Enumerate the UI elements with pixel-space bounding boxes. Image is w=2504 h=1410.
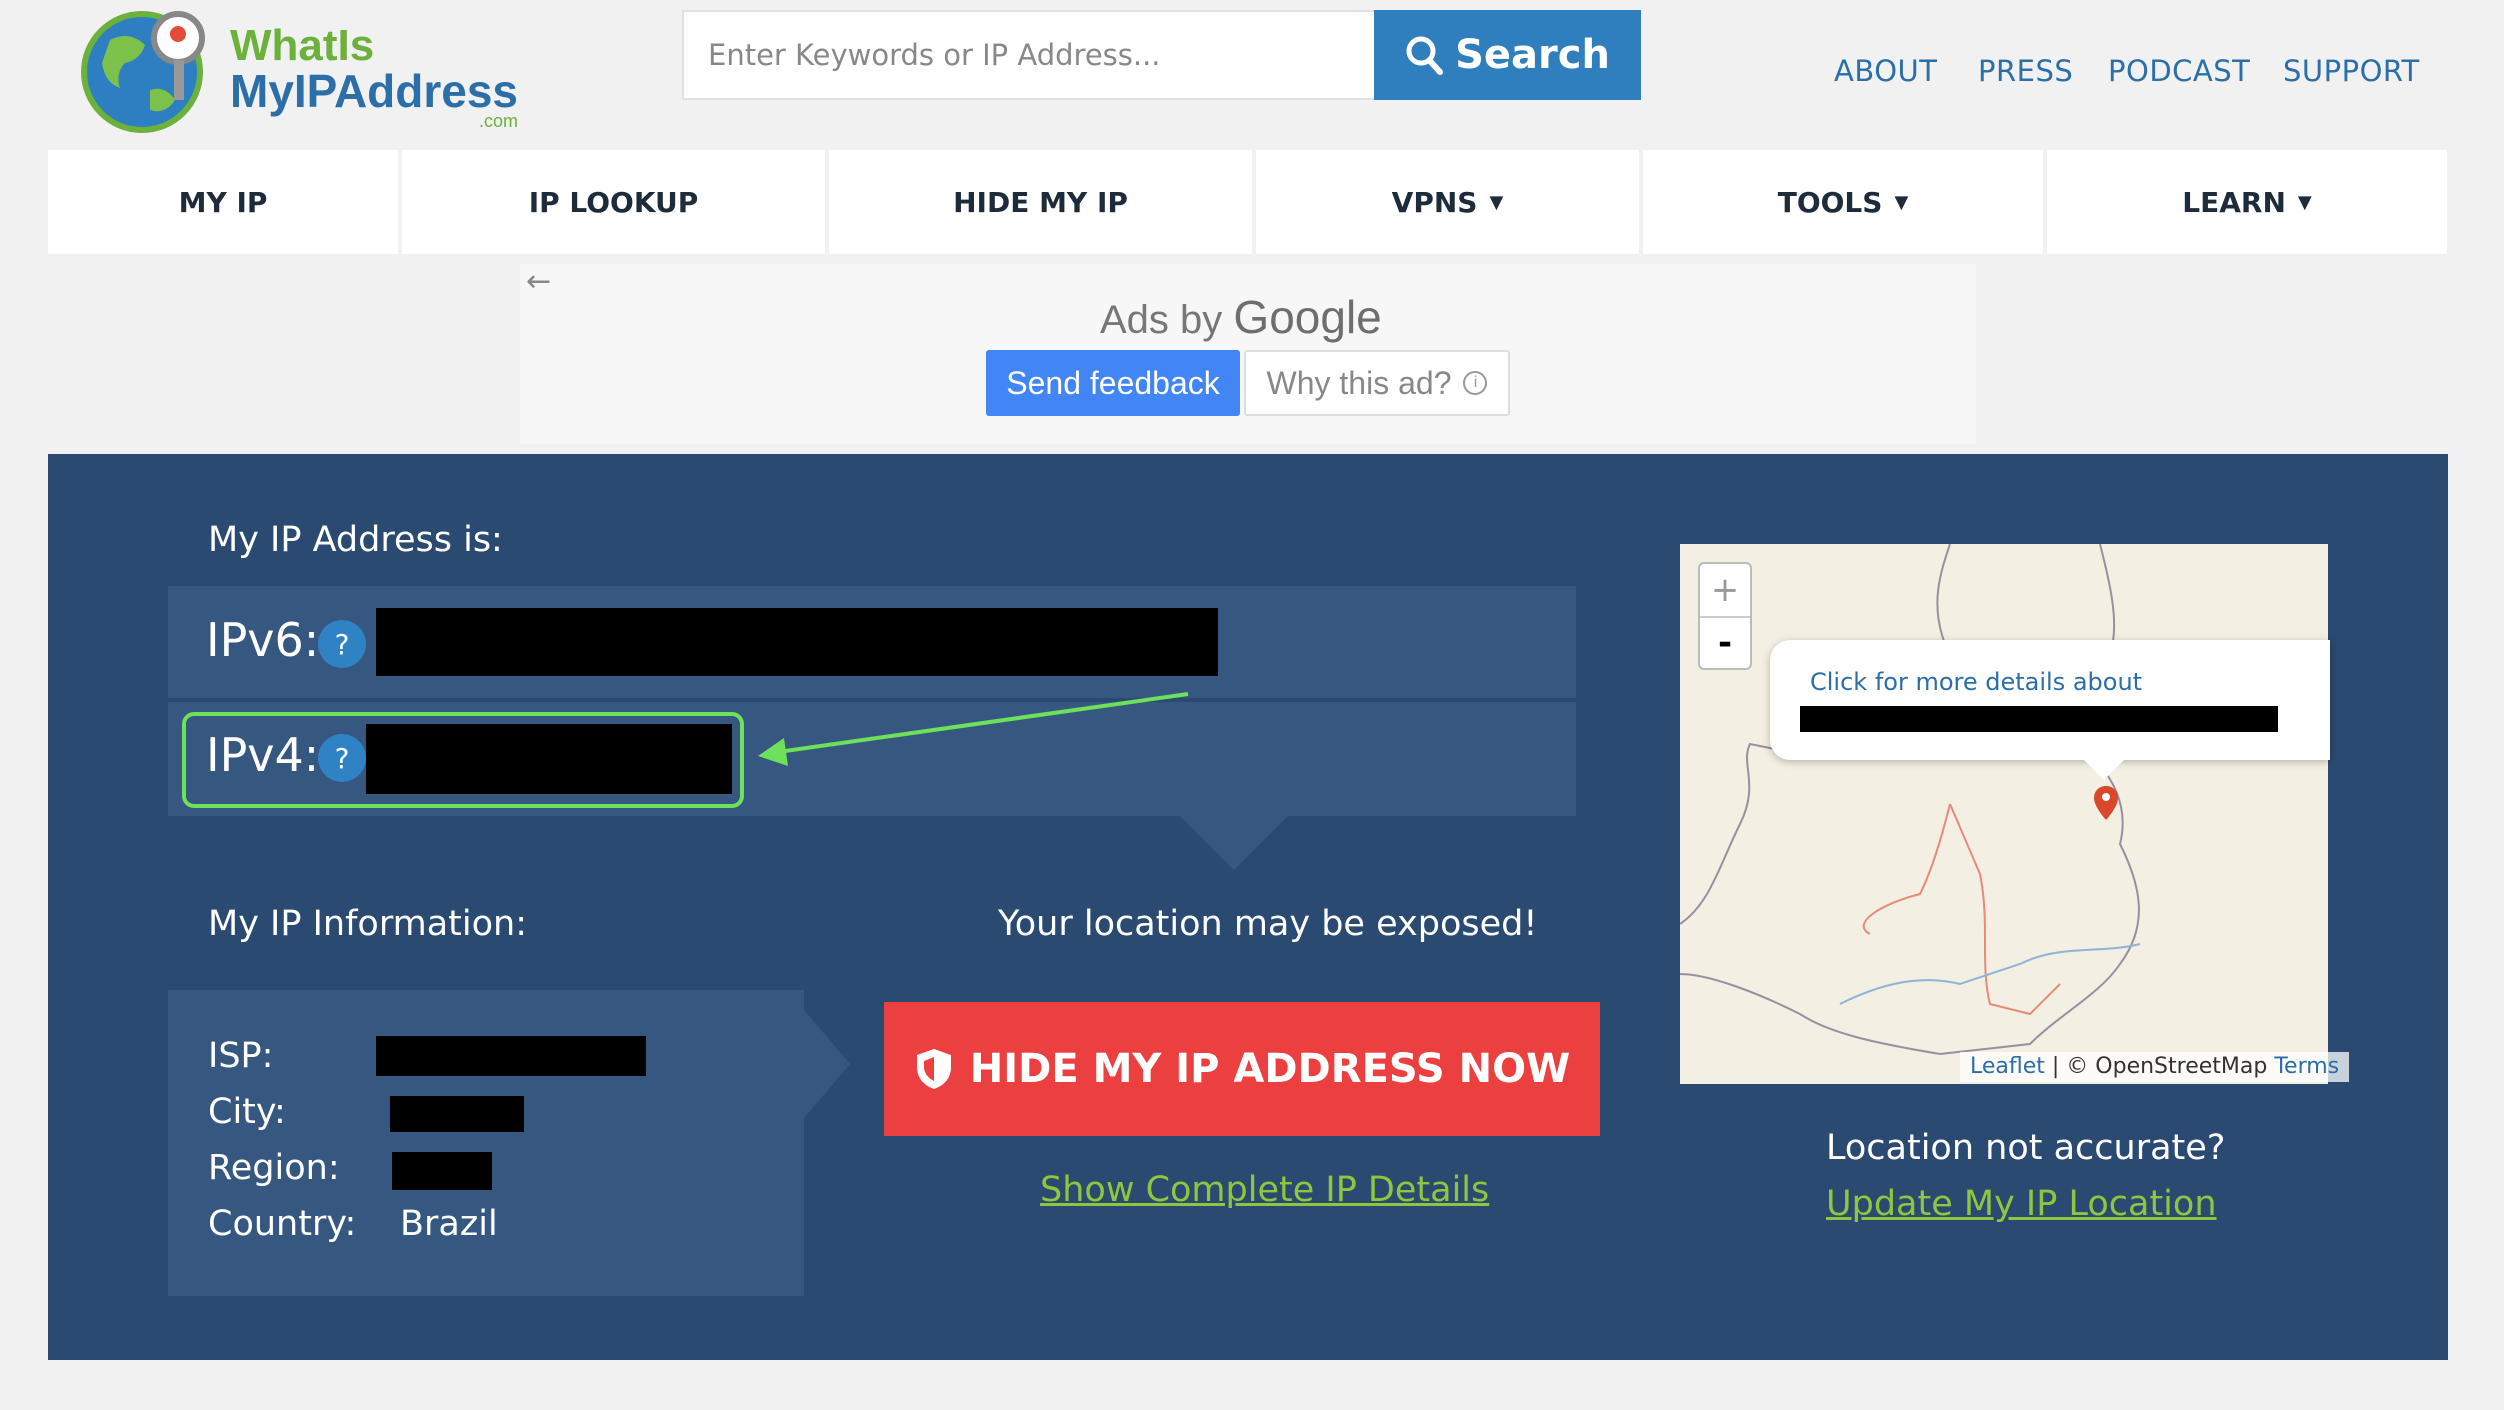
map-marker-icon[interactable] [2094,786,2118,820]
zoom-in-button[interactable]: + [1700,564,1750,616]
main-nav: MY IP IP LOOKUP HIDE MY IP VPNS ▼ TOOLS ▼ … [48,150,2448,254]
city-label: City: [208,1092,286,1132]
region-label: Region: [208,1148,340,1188]
leaflet-link[interactable]: Leaflet [1970,1054,2045,1079]
ads-by-google: Ads by Google [1100,290,1382,344]
map-attribution: Leaflet | © OpenStreetMap Terms [1960,1052,2350,1082]
caret-down-icon: ▼ [1894,191,1909,213]
isp-label: ISP: [208,1036,274,1076]
search-icon [1406,36,1444,75]
help-icon[interactable]: ? [318,620,366,668]
location-not-accurate: Location not accurate? [1826,1128,2226,1168]
region-value-redacted [392,1152,492,1190]
nav-item-my-ip[interactable]: MY IP [48,150,398,254]
shield-icon [916,1049,951,1089]
send-feedback-button[interactable]: Send feedback [986,350,1240,416]
terms-link[interactable]: Terms [2274,1054,2339,1079]
top-link-support[interactable]: SUPPORT [2283,54,2420,88]
search-button-label: Search [1455,32,1610,78]
location-warning: Your location may be exposed! [998,904,1538,944]
caret-down-icon: ▼ [1489,191,1504,213]
zoom-out-button[interactable]: - [1700,616,1750,668]
nav-item-vpns[interactable]: VPNS ▼ [1256,150,1639,254]
caret-down-icon: ▼ [2297,191,2312,213]
search-input[interactable] [682,10,1374,100]
help-icon[interactable]: ? [318,734,366,782]
map-tiles [1680,544,2141,1056]
nav-label: TOOLS [1777,185,1883,219]
nav-label: MY IP [178,185,268,219]
isp-value-redacted [376,1036,646,1076]
top-link-podcast[interactable]: PODCAST [2108,54,2250,88]
google-text: Google [1233,291,1382,343]
logo-line1: WhatIs [230,21,375,70]
map-popup-link[interactable]: Click for more details about [1810,668,2142,696]
attribution-text: | © OpenStreetMap [2044,1054,2275,1079]
hide-my-ip-button[interactable]: HIDE MY IP ADDRESS NOW [884,1002,1600,1136]
nav-label: LEARN [2182,185,2286,219]
logo-suffix: .com [479,111,519,131]
country-label: Country: [208,1204,357,1244]
ipv6-value-redacted [376,608,1218,676]
popup-location-redacted [1800,706,2278,732]
nav-label: IP LOOKUP [528,185,699,219]
info-pointer [804,1010,850,1118]
logo-globe-icon[interactable] [80,0,212,138]
annotation-arrow-icon [758,692,1189,766]
nav-item-learn[interactable]: LEARN ▼ [2047,150,2447,254]
nav-item-tools[interactable]: TOOLS ▼ [1643,150,2043,254]
nav-item-hide-my-ip[interactable]: HIDE MY IP [829,150,1252,254]
update-location-link[interactable]: Update My IP Location [1826,1184,2217,1224]
ip-info-heading: My IP Information: [208,904,527,944]
logo-text[interactable]: WhatIs MyIPAddress .com [230,21,519,131]
info-icon: i [1463,371,1488,395]
ads-by-text: Ads by [1100,298,1223,342]
map-popup [1770,640,2330,760]
nav-label: HIDE MY IP [953,185,1128,219]
nav-item-ip-lookup[interactable]: IP LOOKUP [402,150,825,254]
why-ad-label: Why this ad? [1266,364,1452,401]
show-complete-details-link[interactable]: Show Complete IP Details [1040,1170,1489,1210]
back-arrow-icon[interactable]: ← [526,264,551,299]
nav-label: VPNS [1391,185,1478,219]
why-this-ad-button[interactable]: Why this ad? i [1244,350,1510,416]
hide-button-label: HIDE MY IP ADDRESS NOW [969,1046,1571,1092]
ipv4-value-redacted [366,724,732,794]
pointer-triangle [1180,816,1288,870]
location-map[interactable] [1680,544,2328,1084]
city-value-redacted [390,1096,524,1132]
my-ip-heading: My IP Address is: [208,520,503,560]
search-button[interactable]: Search [1374,10,1641,100]
country-value: Brazil [400,1204,498,1244]
map-zoom-control: + - [1698,562,1752,670]
top-link-press[interactable]: PRESS [1978,54,2073,88]
popup-tip [2082,758,2126,780]
logo-line2: MyIPAddress [230,65,519,117]
ipv4-label: IPv4: [206,728,320,782]
ipv6-label: IPv6: [206,613,320,667]
top-link-about[interactable]: ABOUT [1834,54,1938,88]
